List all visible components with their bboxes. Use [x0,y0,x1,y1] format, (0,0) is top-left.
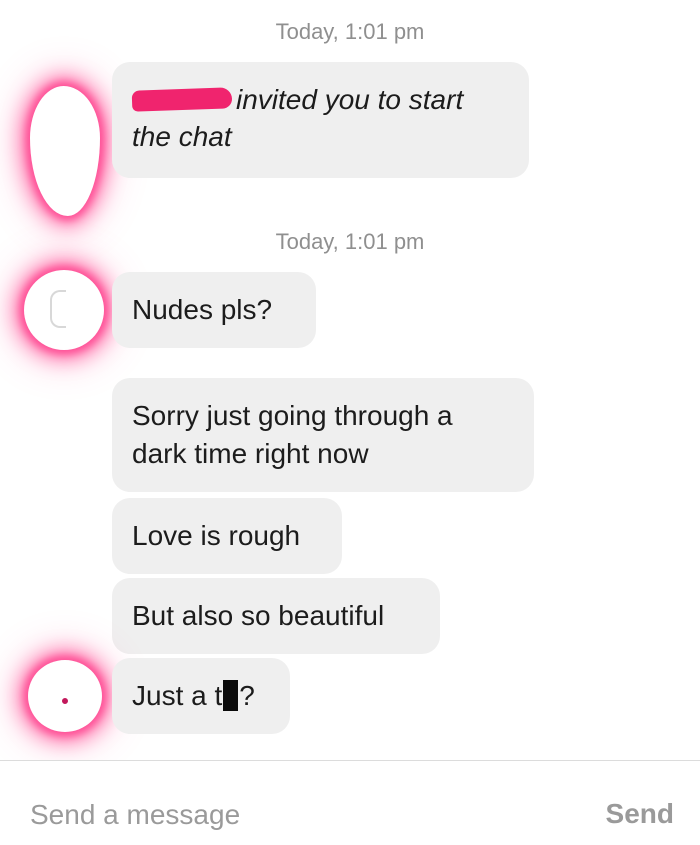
send-button[interactable]: Send [606,798,674,830]
redaction-block [223,680,239,711]
avatar-scribble-icon [50,290,66,328]
avatar[interactable] [28,660,102,732]
avatar[interactable] [24,270,104,350]
message-bubble: Nudes pls? [112,272,316,348]
invite-line-2: the chat [132,121,232,152]
message-bubble: Sorry just going through a dark time rig… [112,378,534,492]
message-line-2: dark time right now [132,438,369,469]
message-text: But also so beautiful [132,600,385,631]
message-bubble: Love is rough [112,498,342,574]
timestamp: Today, 1:01 pm [275,229,425,254]
redacted-name [131,87,233,112]
avatar-scribble-icon [60,696,70,706]
invite-line-1: invited you to start [236,84,464,115]
message-text: Just a t? [132,677,255,715]
message-text: Nudes pls? [132,294,273,325]
system-message-text: invited you to start the chat [131,81,464,155]
message-input[interactable]: Send a message [30,799,240,831]
message-composer: Send a message Send [0,760,700,845]
message-bubble: But also so beautiful [112,578,440,654]
message-text: Love is rough [132,520,301,551]
message-text-start: Just a t [132,680,223,711]
system-message-bubble: invited you to start the chat [112,62,529,178]
message-text: Sorry just going through a dark time rig… [132,397,453,473]
avatar[interactable] [30,86,100,216]
timestamp: Today, 1:01 pm [275,19,425,44]
message-line-1: Sorry just going through a [132,400,453,431]
message-bubble: Just a t? [112,658,290,734]
message-text-end: ? [239,680,255,711]
